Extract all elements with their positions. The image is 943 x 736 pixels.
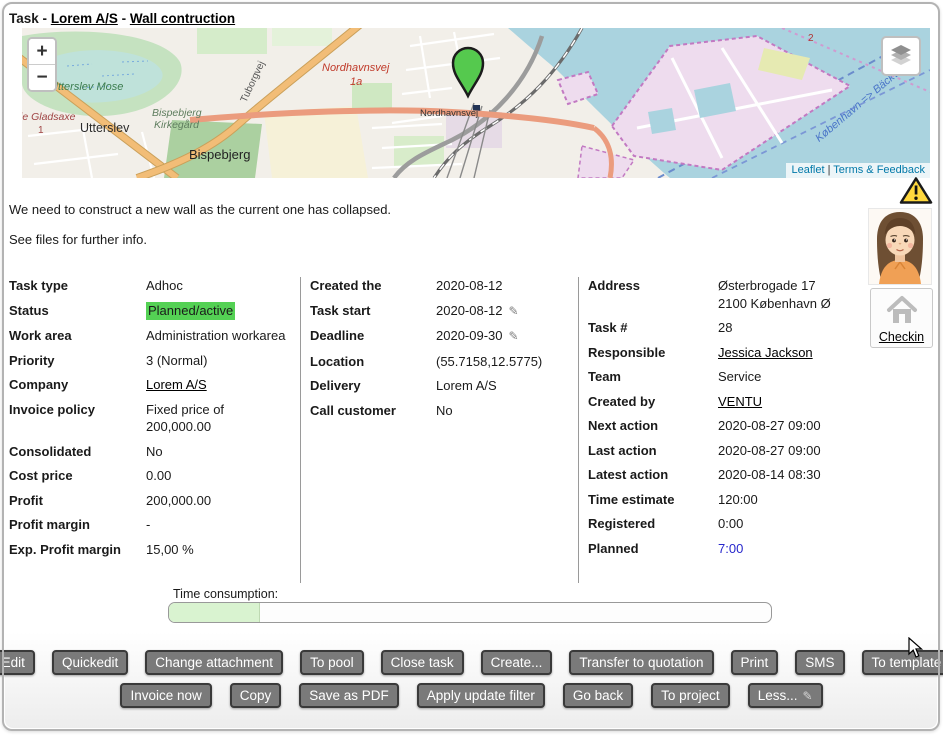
- detail-row-cost-price: Cost price0.00: [9, 467, 296, 485]
- sms-button[interactable]: SMS: [795, 650, 844, 675]
- zoom-out-button[interactable]: −: [29, 65, 55, 90]
- time-consumption-progressbar: [168, 602, 772, 623]
- go-back-button[interactable]: Go back: [563, 683, 633, 708]
- detail-row-registered: Registered0:00: [588, 515, 864, 533]
- detail-row-company: CompanyLorem A/S: [9, 376, 296, 394]
- apply-update-filter-button[interactable]: Apply update filter: [417, 683, 545, 708]
- detail-row-created-by: Created byVENTU: [588, 393, 864, 411]
- column-divider: [578, 277, 579, 583]
- detail-row-profit-margin: Profit margin-: [9, 516, 296, 534]
- detail-row-task-type: Task typeAdhoc: [9, 277, 296, 295]
- map-label-nordhavnsvej-street: Nordhavnsvej: [420, 108, 478, 119]
- layers-icon: [888, 43, 914, 69]
- map-label-kirkegard-1: Bispebjerg: [152, 107, 202, 119]
- detail-row-task-start: Task start2020-08-12✎: [310, 302, 572, 321]
- time-consumption-label: Time consumption:: [173, 587, 278, 601]
- breadcrumb: Task - Lorem A/S - Wall contruction: [9, 11, 235, 26]
- details-right-column: AddressØsterbrogade 172100 København Ø T…: [588, 277, 864, 564]
- detail-row-status: StatusPlanned/active: [9, 302, 296, 321]
- detail-row-profit: Profit200,000.00: [9, 492, 296, 510]
- breadcrumb-task-link[interactable]: Wall contruction: [130, 11, 235, 26]
- quickedit-button[interactable]: Quickedit: [52, 650, 128, 675]
- footer-background: [5, 632, 937, 728]
- transfer-to-quotation-button[interactable]: Transfer to quotation: [569, 650, 713, 675]
- column-divider: [300, 277, 301, 583]
- detail-row-next-action: Next action2020-08-27 09:00: [588, 417, 864, 435]
- company-link[interactable]: Lorem A/S: [146, 377, 207, 392]
- warning-triangle-icon[interactable]: [899, 176, 933, 210]
- detail-row-team: TeamService: [588, 368, 864, 386]
- less-pencil-icon: ✎: [802, 689, 812, 703]
- detail-row-priority: Priority3 (Normal): [9, 352, 296, 370]
- planned-hours-link[interactable]: 7:00: [718, 541, 743, 556]
- map-label-hoje-gladsaxe: Høje Gladsaxe: [22, 111, 76, 123]
- map-label-utterslev-mose: Utterslev Mose: [50, 81, 123, 93]
- map-layers-button[interactable]: [881, 36, 921, 76]
- edit-task-start-pencil-icon[interactable]: ✎: [509, 304, 519, 318]
- map-label-nordhavnsvej-exit-no: 1a: [350, 76, 362, 88]
- detail-row-invoice-policy: Invoice policyFixed price of 200,000.00: [9, 401, 296, 436]
- detail-row-address: AddressØsterbrogade 172100 København Ø: [588, 277, 864, 312]
- details-left-column: Task typeAdhoc StatusPlanned/active Work…: [9, 277, 296, 565]
- task-page: Task - Lorem A/S - Wall contruction: [0, 0, 943, 736]
- checkin-label: Checkin: [871, 330, 932, 344]
- save-as-pdf-button[interactable]: Save as PDF: [299, 683, 399, 708]
- map-zoom-control: + −: [27, 37, 57, 92]
- map-label-kirkegard-2: Kirkegård: [154, 119, 200, 131]
- change-attachment-button[interactable]: Change attachment: [145, 650, 283, 675]
- detail-row-delivery: DeliveryLorem A/S: [310, 377, 572, 395]
- map-label-bispebjerg: Bispebjerg: [189, 147, 250, 162]
- responsible-link[interactable]: Jessica Jackson: [718, 345, 813, 360]
- map-label-route-1: 1: [38, 125, 44, 136]
- detail-row-work-area: Work areaAdministration workarea: [9, 327, 296, 345]
- detail-row-location: Location(55.7158,12.5775): [310, 353, 572, 371]
- detail-row-last-action: Last action2020-08-27 09:00: [588, 442, 864, 460]
- leaflet-map[interactable]: Utterslev Mose Høje Gladsaxe 1 2 Uttersl…: [22, 28, 930, 178]
- button-row-1: Edit Quickedit Change attachment To pool…: [0, 650, 943, 675]
- task-description-line2: See files for further info.: [9, 232, 147, 247]
- zoom-in-button[interactable]: +: [29, 39, 55, 65]
- terms-feedback-link[interactable]: Terms & Feedback: [833, 164, 925, 176]
- detail-row-call-customer: Call customerNo: [310, 402, 572, 420]
- detail-row-created-the: Created the2020-08-12: [310, 277, 572, 295]
- map-label-utterslev: Utterslev: [80, 121, 130, 135]
- edit-deadline-pencil-icon[interactable]: ✎: [509, 329, 519, 343]
- checkin-button[interactable]: Checkin: [870, 288, 933, 348]
- breadcrumb-root: Task: [9, 11, 39, 26]
- print-button[interactable]: Print: [731, 650, 779, 675]
- breadcrumb-company-link[interactable]: Lorem A/S: [51, 11, 118, 26]
- map-tiles: Utterslev Mose Høje Gladsaxe 1 2 Uttersl…: [22, 28, 930, 178]
- detail-row-deadline: Deadline2020-09-30✎: [310, 327, 572, 346]
- to-pool-button[interactable]: To pool: [300, 650, 364, 675]
- breadcrumb-separator: -: [122, 11, 127, 26]
- copy-button[interactable]: Copy: [230, 683, 282, 708]
- map-label-nordhavnsvej-exit: Nordhavnsvej: [322, 62, 390, 74]
- detail-row-responsible: ResponsibleJessica Jackson: [588, 344, 864, 362]
- time-consumption-fill: [169, 603, 260, 622]
- detail-row-exp-profit-margin: Exp. Profit margin15,00 %: [9, 541, 296, 559]
- leaflet-link[interactable]: Leaflet: [791, 164, 824, 176]
- detail-row-time-estimate: Time estimate120:00: [588, 491, 864, 509]
- breadcrumb-separator: -: [43, 11, 48, 26]
- to-project-button[interactable]: To project: [651, 683, 730, 708]
- status-badge: Planned/active: [146, 302, 235, 321]
- responsible-avatar: [868, 208, 932, 285]
- details-middle-column: Created the2020-08-12 Task start2020-08-…: [310, 277, 572, 426]
- detail-row-latest-action: Latest action2020-08-14 08:30: [588, 466, 864, 484]
- invoice-now-button[interactable]: Invoice now: [120, 683, 211, 708]
- created-by-link[interactable]: VENTU: [718, 394, 762, 409]
- to-template-button[interactable]: To template: [862, 650, 943, 675]
- close-task-button[interactable]: Close task: [381, 650, 464, 675]
- home-icon: [883, 293, 921, 327]
- button-row-2: Invoice now Copy Save as PDF Apply updat…: [0, 683, 943, 708]
- task-description-line1: We need to construct a new wall as the c…: [9, 202, 391, 217]
- less-button[interactable]: Less...✎: [748, 683, 823, 708]
- edit-button[interactable]: Edit: [0, 650, 35, 675]
- map-label-route-2: 2: [808, 33, 814, 44]
- create-button[interactable]: Create...: [481, 650, 553, 675]
- detail-row-consolidated: ConsolidatedNo: [9, 443, 296, 461]
- detail-row-task-number: Task #28: [588, 319, 864, 337]
- detail-row-planned: Planned7:00: [588, 540, 864, 558]
